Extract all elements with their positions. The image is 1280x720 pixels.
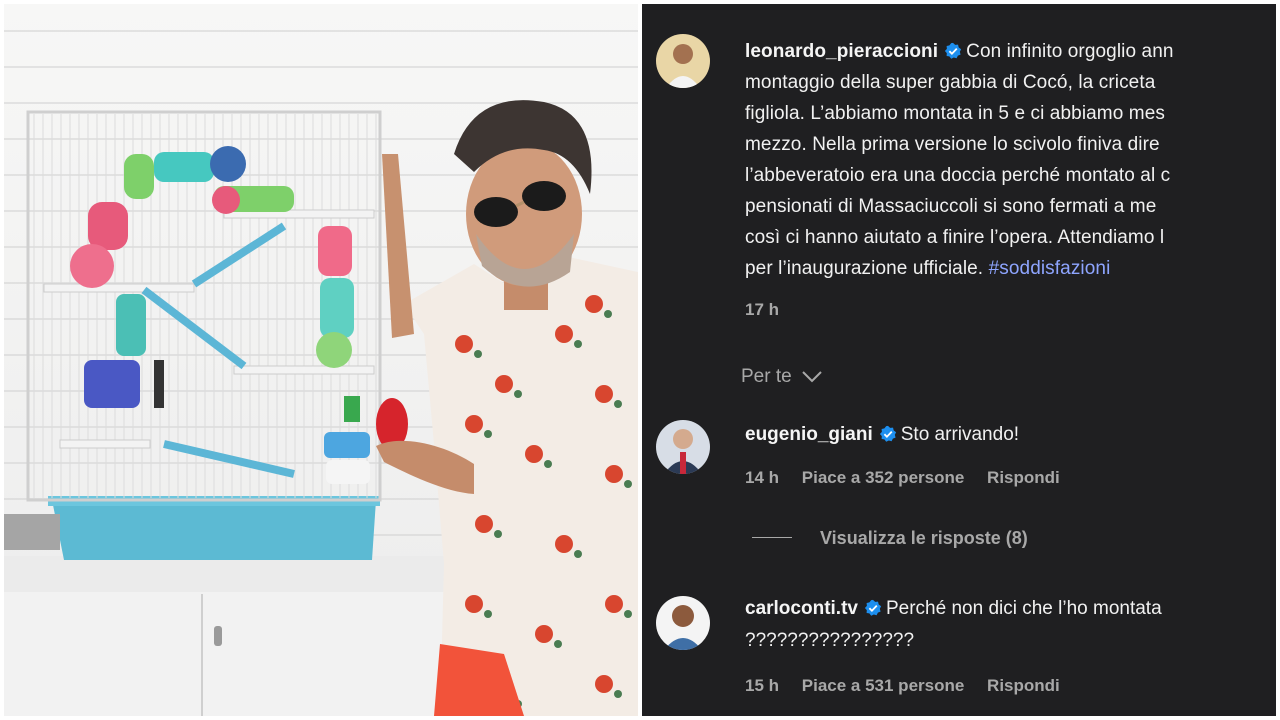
comment-text: Sto arrivando!	[900, 424, 1020, 445]
cage-base	[52, 500, 376, 560]
caption-line: l’abbeveratoio era una doccia perché mon…	[745, 165, 1171, 186]
caption-line: per l’inaugurazione ufficiale.	[745, 258, 984, 279]
caption-line: figliola. L’abbiamo montata in 5 e ci ab…	[745, 103, 1165, 124]
translate-label: Per te	[741, 366, 792, 387]
comment-username[interactable]: eugenio_giani	[745, 424, 873, 445]
avatar[interactable]	[656, 420, 710, 474]
post-meta: 17 h	[745, 300, 797, 320]
likes-link[interactable]: Piace a 352 persone	[802, 468, 965, 487]
comment: eugenio_giani Sto arrivando!	[745, 424, 1019, 446]
comment-username[interactable]: carloconti.tv	[745, 598, 858, 619]
comment: carloconti.tv Perché non dici che l’ho mo…	[745, 598, 1162, 620]
photo	[4, 4, 638, 716]
likes-link[interactable]: Piace a 531 persone	[802, 676, 965, 695]
post-caption: leonardo_pieraccioni Con infinito orgogli…	[745, 36, 1276, 284]
comment-text-continued: ????????????????	[745, 630, 915, 651]
comment-time: 15 h	[745, 676, 780, 695]
reply-button[interactable]: Rispondi	[987, 676, 1060, 695]
comment-meta: 15 h Piace a 531 persone Rispondi	[745, 676, 1078, 696]
translate-toggle[interactable]: Per te	[741, 366, 823, 388]
photo-illustration	[4, 100, 638, 716]
comment-time: 14 h	[745, 468, 780, 487]
caption-line: Con infinito orgoglio ann	[966, 41, 1174, 62]
caption-line: pensionati di Massaciuccoli si sono ferm…	[745, 196, 1157, 217]
verified-badge-icon	[945, 42, 962, 59]
comment-text: Perché non dici che l’ho montata	[885, 598, 1162, 619]
caption-line: così ci hanno aiutato a finire l’opera. …	[745, 227, 1165, 248]
replies-divider	[752, 537, 792, 538]
avatar[interactable]	[656, 34, 710, 88]
chevron-down-icon	[802, 371, 822, 383]
caption-line: montaggio della super gabbia di Cocó, la…	[745, 72, 1156, 93]
caption-line: mezzo. Nella prima versione lo scivolo f…	[745, 134, 1160, 155]
post-time: 17 h	[745, 300, 780, 319]
reply-button[interactable]: Rispondi	[987, 468, 1060, 487]
comments-panel: leonardo_pieraccioni Con infinito orgogli…	[642, 4, 1276, 716]
view-replies-label: Visualizza le risposte (8)	[820, 528, 1028, 548]
verified-badge-icon	[864, 599, 882, 616]
verified-badge-icon	[879, 425, 896, 442]
comment-meta: 14 h Piace a 352 persone Rispondi	[745, 468, 1078, 488]
username[interactable]: leonardo_pieraccioni	[745, 41, 938, 62]
hashtag-link[interactable]: #soddisfazioni	[989, 258, 1111, 279]
avatar[interactable]	[656, 596, 710, 650]
view-replies-button[interactable]: Visualizza le risposte (8)	[752, 528, 1028, 549]
